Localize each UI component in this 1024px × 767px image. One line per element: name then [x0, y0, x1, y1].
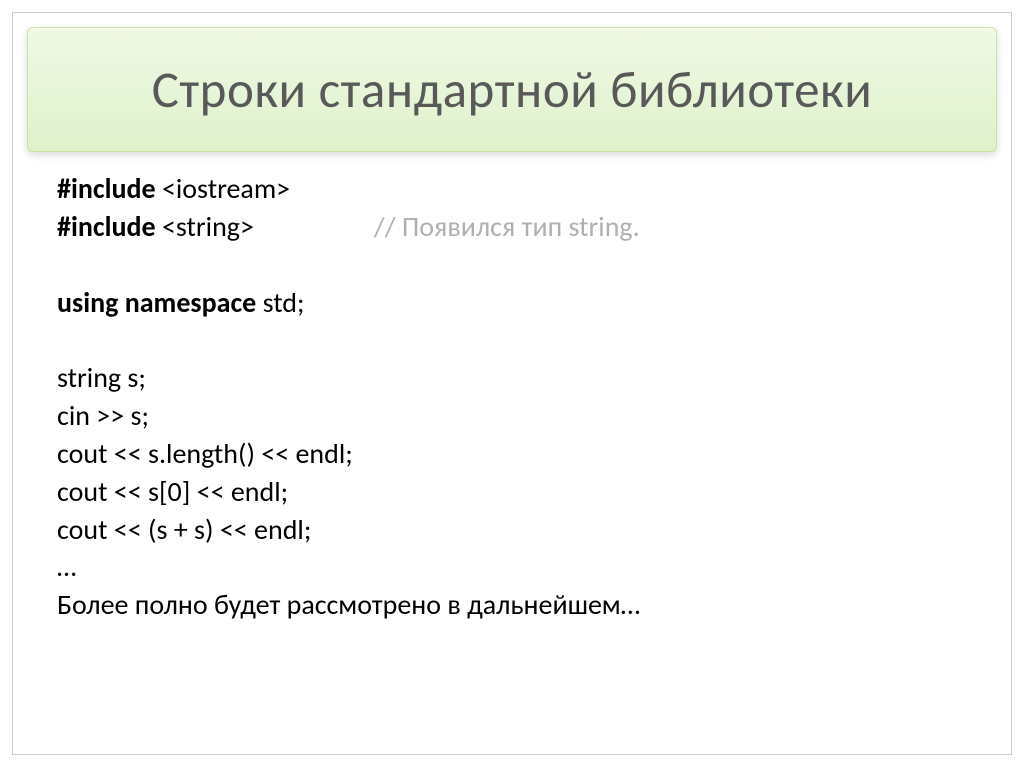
slide-container: Строки стандартной библиотеки #include <… [12, 12, 1012, 755]
slide-title: Строки стандартной библиотеки [48, 58, 976, 121]
title-box: Строки стандартной библиотеки [27, 27, 997, 152]
code-text-1: <iostream> [156, 171, 291, 206]
code-line-6: cout << s.length() << endl; [57, 435, 967, 473]
code-line-7: cout << s[0] << endl; [57, 473, 967, 511]
slide-content: #include <iostream> #include <string> // … [13, 170, 1011, 624]
code-comment: // Появился тип string. [374, 209, 640, 244]
code-text-2: <string> [156, 209, 254, 244]
keyword-include-2: #include [57, 209, 156, 244]
code-line-5: cin >> s; [57, 397, 967, 435]
code-text-3: std; [256, 285, 304, 320]
code-line-4: string s; [57, 359, 967, 397]
code-line-3: using namespace std; [57, 284, 967, 322]
keyword-using: using namespace [57, 285, 256, 320]
code-line-1: #include <iostream> [57, 170, 967, 208]
code-line-8: cout << (s + s) << endl; [57, 511, 967, 549]
code-line-9: … [57, 548, 967, 586]
code-line-10: Более полно будет рассмотрено в дальнейш… [57, 586, 967, 624]
code-line-2: #include <string> // Появился тип string. [57, 208, 967, 246]
keyword-include-1: #include [57, 171, 156, 206]
